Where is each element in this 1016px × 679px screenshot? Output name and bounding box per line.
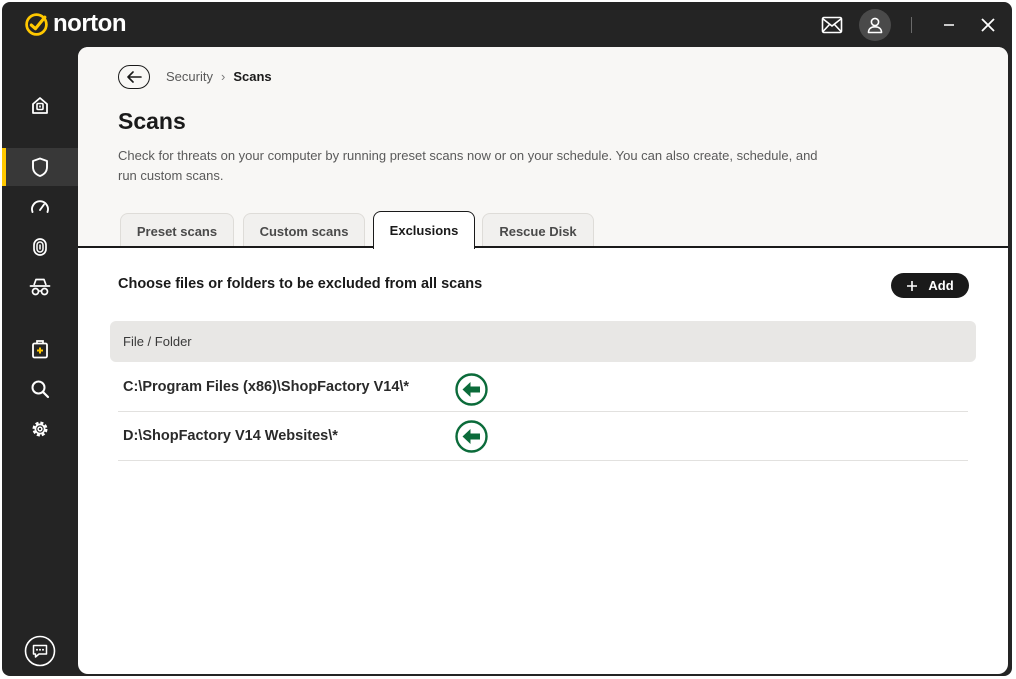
brand-name: norton <box>53 10 126 37</box>
speedometer-icon <box>31 200 49 213</box>
exclusion-path: C:\Program Files (x86)\ShopFactory V14\* <box>123 379 410 395</box>
tab-custom-scans[interactable]: Custom scans <box>243 213 365 248</box>
breadcrumb-scans: Scans <box>233 69 272 84</box>
mail-button[interactable] <box>816 9 848 41</box>
arrow-left-icon <box>127 71 142 83</box>
minimize-icon <box>944 24 954 26</box>
restore-button[interactable] <box>455 420 488 453</box>
sidebar-item-privacy[interactable] <box>2 268 78 306</box>
sidebar <box>2 48 78 676</box>
chevron-right-icon: › <box>220 69 226 84</box>
sidebar-item-identity[interactable] <box>2 228 78 266</box>
account-button[interactable] <box>859 9 891 41</box>
plus-icon <box>907 280 918 291</box>
main-panel: Security › Scans Scans Check for threats… <box>78 47 1008 674</box>
search-icon <box>31 380 50 399</box>
sidebar-item-search[interactable] <box>2 370 78 408</box>
arrow-left-circle-icon <box>455 373 488 406</box>
arrow-left-circle-icon <box>455 420 488 453</box>
breadcrumb: Security › Scans <box>166 69 272 84</box>
gear-icon <box>32 421 48 437</box>
exclusion-path: D:\ShopFactory V14 Websites\* <box>123 428 338 444</box>
restore-button[interactable] <box>455 373 488 406</box>
tab-underline <box>78 246 1008 248</box>
fingerprint-icon <box>33 238 47 256</box>
back-button[interactable] <box>118 65 150 89</box>
add-button-label: Add <box>928 278 954 293</box>
table-row: C:\Program Files (x86)\ShopFactory V14\* <box>118 363 968 412</box>
sidebar-item-security[interactable] <box>2 148 78 186</box>
page-description: Check for threats on your computer by ru… <box>118 148 818 183</box>
sidebar-item-settings[interactable] <box>2 410 78 448</box>
app-window: norton Security › Scans Scans Check for … <box>2 2 1012 676</box>
norton-check-icon <box>25 12 48 36</box>
account-icon <box>867 17 883 34</box>
norton-logo: norton <box>24 11 126 37</box>
page-header: Security › Scans Scans Check for threats… <box>78 47 1008 249</box>
feedback-button[interactable] <box>2 632 78 670</box>
shield-icon <box>32 157 48 177</box>
sidebar-item-utilities[interactable] <box>2 330 78 368</box>
close-icon <box>981 18 995 32</box>
add-exclusion-button[interactable]: Add <box>891 273 969 298</box>
breadcrumb-security[interactable]: Security <box>166 69 213 84</box>
title-bar: norton <box>2 2 1012 48</box>
minimize-button[interactable] <box>933 9 965 41</box>
page-title: Scans <box>118 108 186 134</box>
feedback-chat-icon <box>24 635 56 667</box>
titlebar-divider <box>911 17 912 33</box>
table-header: File / Folder <box>110 321 976 362</box>
sidebar-item-performance[interactable] <box>2 188 78 226</box>
tab-exclusions[interactable]: Exclusions <box>373 211 475 249</box>
column-header-file-folder: File / Folder <box>123 334 192 349</box>
table-row: D:\ShopFactory V14 Websites\* <box>118 412 968 461</box>
tab-rescue-disk[interactable]: Rescue Disk <box>482 213 594 248</box>
medkit-icon <box>32 340 48 359</box>
sidebar-item-home[interactable] <box>2 86 78 124</box>
tab-preset-scans[interactable]: Preset scans <box>120 213 234 248</box>
incognito-icon <box>29 278 51 296</box>
close-button[interactable] <box>972 9 1004 41</box>
mail-icon <box>821 16 843 34</box>
exclusions-heading: Choose files or folders to be excluded f… <box>118 276 483 292</box>
home-icon <box>32 97 48 114</box>
